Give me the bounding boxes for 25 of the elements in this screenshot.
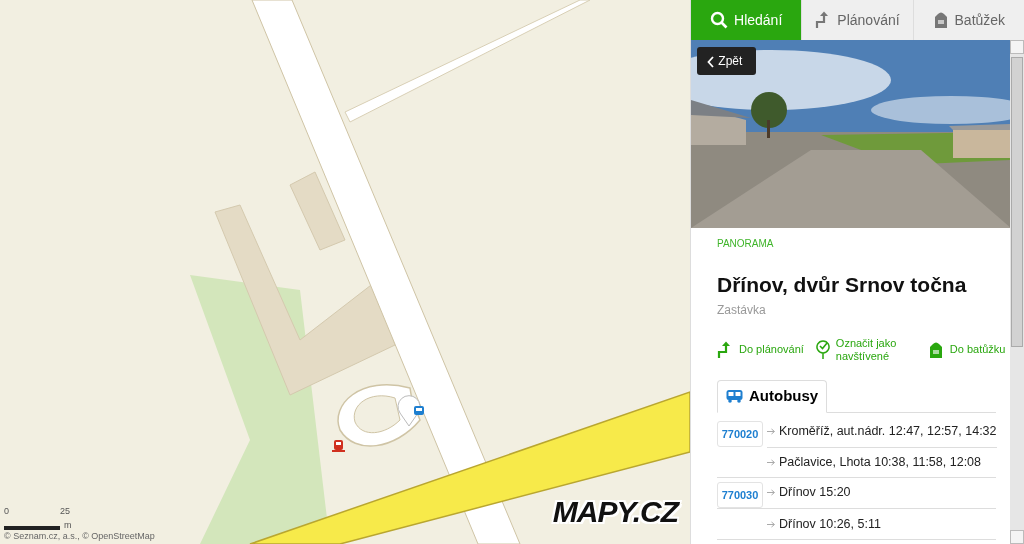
- tab[interactable]: Autobusy: [717, 380, 828, 413]
- search-icon: [710, 11, 729, 29]
- departure-text: Kroměříž, aut.nádr. 12:47, 12:57, 14:32: [779, 423, 997, 441]
- departure-text: Dřínov 15:20: [779, 484, 851, 502]
- turn-arrow-icon: [717, 341, 733, 360]
- chevron-left-icon: [707, 55, 715, 68]
- place-title: Dřínov, dvůr Srnov točna: [717, 272, 968, 298]
- scrollbar[interactable]: [1010, 40, 1024, 544]
- arrow-right-icon: [767, 520, 776, 528]
- action-link[interactable]: Do plánování: [717, 336, 804, 364]
- arrow-right-icon: [767, 428, 776, 435]
- pin-check-icon: [815, 340, 830, 361]
- arrow-right-icon: [767, 489, 776, 496]
- line-number[interactable]: 770020: [717, 420, 763, 447]
- departure-text: Dřínov 10:26, 5:11: [779, 515, 881, 533]
- tab[interactable]: Hledání: [691, 0, 802, 40]
- back-button[interactable]: Zpět: [697, 47, 757, 75]
- action-link[interactable]: Do batůžku: [927, 336, 1006, 364]
- departure-text: Pačlavice, Lhota 10:38, 11:58, 12:08: [779, 453, 981, 471]
- place-type: Zastávka: [717, 301, 767, 319]
- action-link[interactable]: Označit jako navštívené: [815, 336, 916, 364]
- line-number[interactable]: 770030: [717, 481, 763, 508]
- arrow-right-icon: [767, 458, 776, 466]
- bus-icon: [726, 389, 743, 404]
- category-label: PANORAMA: [717, 237, 775, 251]
